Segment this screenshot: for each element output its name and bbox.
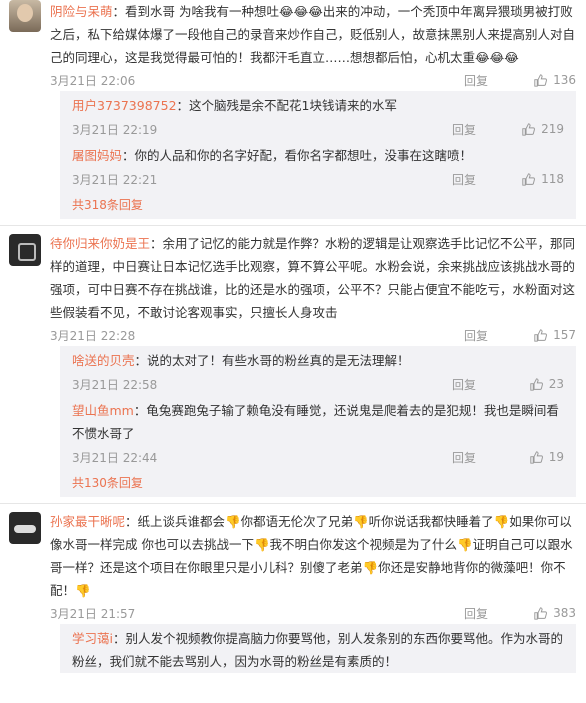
- like-button[interactable]: 157: [516, 328, 576, 342]
- comment-text: ：看到水哥 为啥我有一种想吐😂😂😂出来的冲动，一个秃顶中年离异猥琐男被打败之后，…: [50, 4, 576, 65]
- like-count: 157: [553, 328, 576, 342]
- reply-list: 用户3737398752：这个脑残是余不配花1块钱请来的水军 3月21日 22:…: [60, 91, 576, 219]
- reply-button[interactable]: 回复: [452, 376, 504, 393]
- comment-author[interactable]: 孙家最干晰呢: [50, 514, 125, 529]
- comment-author[interactable]: 阴险与呆萌: [50, 4, 113, 19]
- more-replies-link[interactable]: 共318条回复: [72, 191, 564, 219]
- like-button[interactable]: 19: [504, 450, 564, 464]
- like-button[interactable]: 219: [504, 122, 564, 136]
- avatar[interactable]: [9, 234, 41, 266]
- like-button[interactable]: 383: [516, 606, 576, 620]
- reply-button[interactable]: 回复: [464, 72, 516, 89]
- reply-author[interactable]: 屠图妈妈: [72, 148, 122, 163]
- reply-button[interactable]: 回复: [452, 449, 504, 466]
- reply-author[interactable]: 用户3737398752: [72, 98, 177, 113]
- reply-text: ：龟兔赛跑兔子输了赖龟没有睡觉，还说鬼是爬着去的是犯规！我也是瞬间看不惯水哥了: [72, 403, 559, 441]
- comment-text: ：纸上谈兵谁都会👎你都语无伦次了兄弟👎听你说话我都快睡着了👎如果你可以像水哥一样…: [50, 514, 573, 598]
- more-replies-link[interactable]: 共130条回复: [72, 469, 564, 497]
- comment-thread: 孙家最干晰呢：纸上谈兵谁都会👎你都语无伦次了兄弟👎听你说话我都快睡着了👎如果你可…: [0, 510, 586, 673]
- like-button[interactable]: 23: [504, 377, 564, 391]
- reply-button[interactable]: 回复: [464, 327, 516, 344]
- reply-button[interactable]: 回复: [452, 121, 504, 138]
- reply-text: ：你的人品和你的名字好配，看你名字都想吐，没事在这瞎喷！: [122, 148, 473, 163]
- comment-body: 待你归来你奶是王：余用了记忆的能力就是作弊？水粉的逻辑是让观察选手比记忆不公平，…: [50, 232, 576, 324]
- reply-list: 啥送的贝壳：说的太对了！有些水哥的粉丝真的是无法理解！ 3月21日 22:58 回…: [60, 346, 576, 497]
- like-count: 383: [553, 606, 576, 620]
- reply-author[interactable]: 学习蔼i: [72, 631, 113, 646]
- like-button[interactable]: 118: [504, 172, 564, 186]
- like-count: 136: [553, 73, 576, 87]
- thumbs-up-icon: [522, 172, 536, 186]
- thumbs-up-icon: [534, 73, 548, 87]
- comment-meta: 3月21日 21:57 回复 383: [50, 602, 576, 624]
- avatar[interactable]: [9, 0, 41, 32]
- comment-thread: 待你归来你奶是王：余用了记忆的能力就是作弊？水粉的逻辑是让观察选手比记忆不公平，…: [0, 232, 586, 497]
- divider: [0, 225, 586, 226]
- comment-feed: 阴险与呆萌：看到水哥 为啥我有一种想吐😂😂😂出来的冲动，一个秃顶中年离异猥琐男被…: [0, 0, 586, 703]
- reply-item: 望山鱼mm：龟兔赛跑兔子输了赖龟没有睡觉，还说鬼是爬着去的是犯规！我也是瞬间看不…: [72, 396, 564, 469]
- reply-time: 3月21日 22:58: [72, 377, 158, 392]
- like-count: 19: [548, 450, 564, 464]
- comment-thread: 阴险与呆萌：看到水哥 为啥我有一种想吐😂😂😂出来的冲动，一个秃顶中年离异猥琐男被…: [0, 0, 586, 219]
- reply-author[interactable]: 啥送的贝壳: [72, 353, 135, 368]
- thumbs-up-icon: [534, 328, 548, 342]
- like-count: 23: [548, 377, 564, 391]
- avatar[interactable]: [9, 512, 41, 544]
- comment-meta: 3月21日 22:28 回复 157: [50, 324, 576, 346]
- thumbs-up-icon: [530, 377, 543, 391]
- thumbs-up-icon: [530, 450, 543, 464]
- comment-time: 3月21日 21:57: [50, 606, 136, 621]
- reply-text: ：别人发个视频教你提高脑力你要骂他，别人发条别的东西你要骂他。作为水哥的粉丝，我…: [72, 631, 563, 669]
- reply-text: ：说的太对了！有些水哥的粉丝真的是无法理解！: [134, 353, 410, 368]
- like-count: 118: [541, 172, 564, 186]
- reply-button[interactable]: 回复: [452, 171, 504, 188]
- comment-time: 3月21日 22:28: [50, 328, 136, 343]
- reply-time: 3月21日 22:44: [72, 450, 158, 465]
- comment-meta: 3月21日 22:06 回复 136: [50, 69, 576, 91]
- thumbs-up-icon: [534, 606, 548, 620]
- comment-author[interactable]: 待你归来你奶是王: [50, 236, 150, 251]
- like-count: 219: [541, 122, 564, 136]
- reply-text: ：这个脑残是余不配花1块钱请来的水军: [176, 98, 397, 113]
- like-button[interactable]: 136: [516, 73, 576, 87]
- reply-author[interactable]: 望山鱼mm: [72, 403, 134, 418]
- divider: [0, 503, 586, 504]
- comment-time: 3月21日 22:06: [50, 73, 136, 88]
- reply-item: 学习蔼i：别人发个视频教你提高脑力你要骂他，别人发条别的东西你要骂他。作为水哥的…: [72, 624, 564, 673]
- comment-body: 孙家最干晰呢：纸上谈兵谁都会👎你都语无伦次了兄弟👎听你说话我都快睡着了👎如果你可…: [50, 510, 576, 602]
- reply-time: 3月21日 22:19: [72, 122, 158, 137]
- reply-item: 啥送的贝壳：说的太对了！有些水哥的粉丝真的是无法理解！ 3月21日 22:58 回…: [72, 346, 564, 396]
- reply-item: 屠图妈妈：你的人品和你的名字好配，看你名字都想吐，没事在这瞎喷！ 3月21日 2…: [72, 141, 564, 191]
- comment-body: 阴险与呆萌：看到水哥 为啥我有一种想吐😂😂😂出来的冲动，一个秃顶中年离异猥琐男被…: [50, 0, 576, 69]
- reply-button[interactable]: 回复: [464, 605, 516, 622]
- reply-item: 用户3737398752：这个脑残是余不配花1块钱请来的水军 3月21日 22:…: [72, 91, 564, 141]
- thumbs-up-icon: [522, 122, 536, 136]
- reply-time: 3月21日 22:21: [72, 172, 158, 187]
- reply-list: 学习蔼i：别人发个视频教你提高脑力你要骂他，别人发条别的东西你要骂他。作为水哥的…: [60, 624, 576, 673]
